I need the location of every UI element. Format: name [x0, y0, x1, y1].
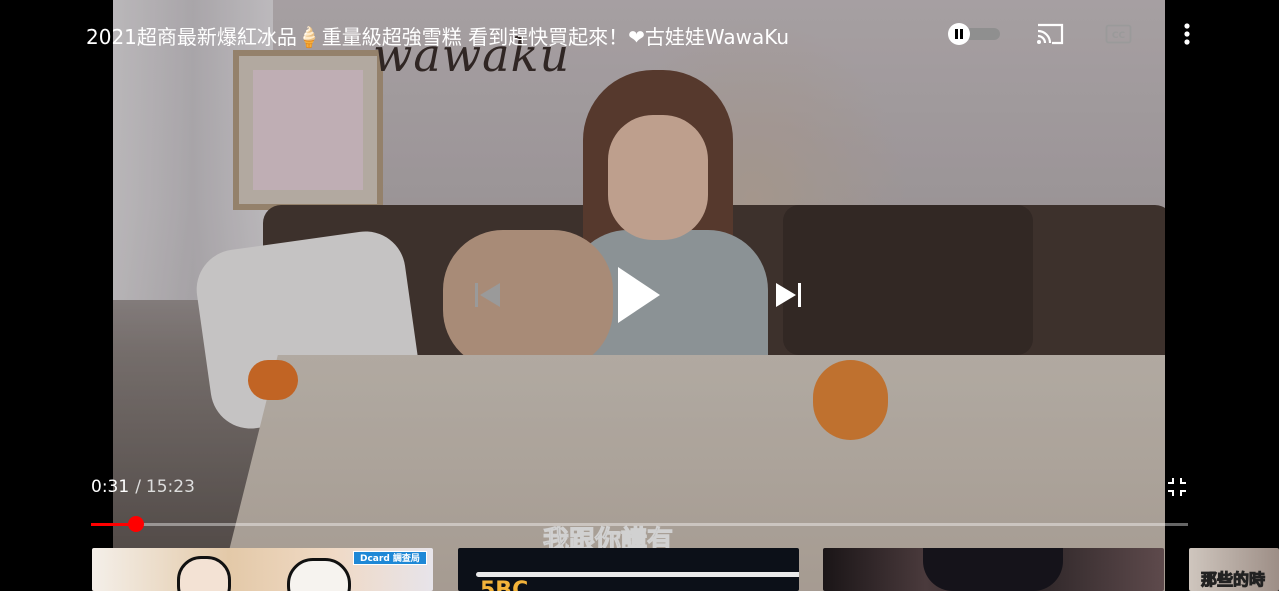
thumbnail-text: 那些的時	[1200, 570, 1266, 590]
skip-previous-icon[interactable]	[470, 278, 504, 312]
time-separator: /	[135, 477, 141, 497]
seek-bar[interactable]	[91, 516, 1188, 532]
time-display: 0:31/15:23	[91, 477, 195, 497]
cast-icon[interactable]	[1035, 22, 1065, 46]
related-videos-row: Dcard 調查局 5BC 那些的時	[0, 548, 1279, 591]
pause-icon	[948, 23, 970, 45]
related-video-thumbnail[interactable]	[823, 548, 1164, 591]
cc-icon[interactable]: CC	[1105, 24, 1132, 44]
play-icon[interactable]	[608, 262, 668, 328]
duration: 15:23	[145, 477, 195, 497]
thumbnail-badge: Dcard 調查局	[353, 551, 427, 565]
skip-next-icon[interactable]	[772, 278, 806, 312]
seek-handle[interactable]	[127, 516, 144, 532]
autoplay-toggle[interactable]	[948, 23, 1000, 45]
thumbnail-text: 5BC	[480, 578, 529, 591]
related-video-thumbnail[interactable]: Dcard 調查局	[92, 548, 433, 591]
more-vert-icon[interactable]	[1177, 20, 1197, 48]
related-video-thumbnail[interactable]: 5BC	[458, 548, 799, 591]
exit-fullscreen-icon[interactable]	[1166, 476, 1188, 498]
related-video-thumbnail[interactable]: 那些的時	[1189, 548, 1279, 591]
svg-text:CC: CC	[1112, 31, 1126, 41]
current-time: 0:31	[91, 477, 130, 497]
video-title: 2021超商最新爆紅冰品🍦重量級超強雪糕 看到趕快買起來！❤古娃娃WawaKu	[86, 25, 790, 49]
